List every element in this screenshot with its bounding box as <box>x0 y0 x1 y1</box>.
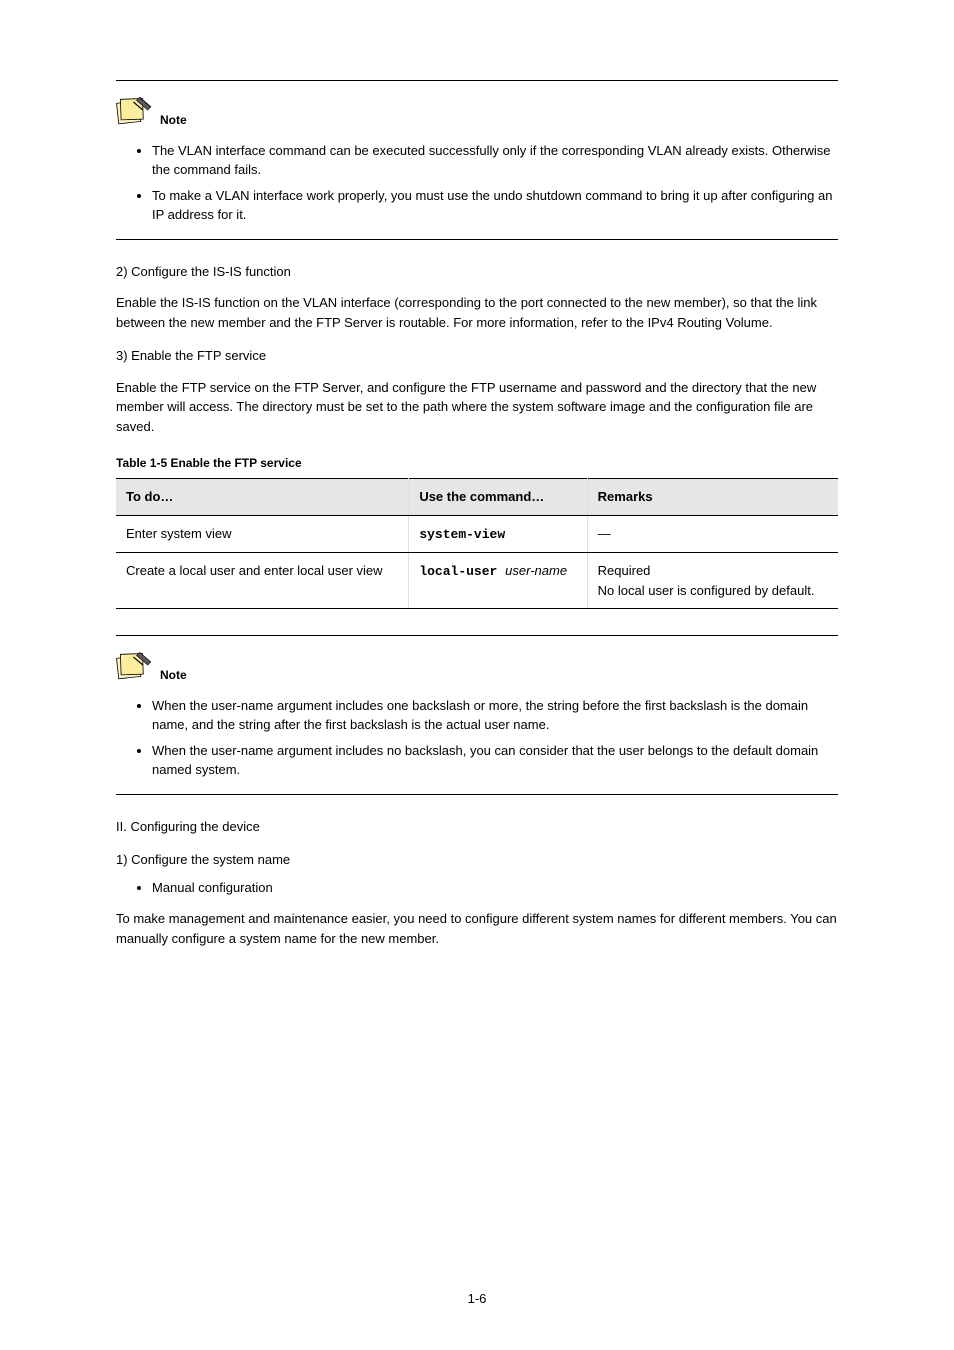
table-cell-command: system-view <box>409 515 587 553</box>
table-caption: Table 1-5 Enable the FTP service <box>116 454 838 472</box>
step-3-description: Enable the FTP service on the FTP Server… <box>116 378 838 437</box>
table-cell-todo: Enter system view <box>116 515 409 553</box>
page-number: 1-6 <box>0 1289 954 1309</box>
table-row: Create a local user and enter local user… <box>116 553 838 609</box>
note1-list: The VLAN interface command can be execut… <box>116 141 838 225</box>
bullet-item-manual-config: Manual configuration <box>152 878 838 898</box>
table-cell-remarks: — <box>587 515 838 553</box>
note-icon <box>116 93 154 133</box>
note-callout-2: Note When the user-name argument include… <box>116 635 838 795</box>
step-1-heading: 1) Configure the system name <box>116 850 838 870</box>
roman-heading-ii: II. Configuring the device <box>116 817 838 837</box>
step-2-description: Enable the IS-IS function on the VLAN in… <box>116 293 838 332</box>
note-label: Note <box>160 111 187 129</box>
note2-item-2: When the user-name argument includes no … <box>152 741 838 780</box>
command-text-arg: user-name <box>505 563 567 578</box>
note-header: Note <box>116 93 838 133</box>
command-text: system-view <box>419 527 505 542</box>
table-cell-remarks: Required No local user is configured by … <box>587 553 838 609</box>
step-3-heading: 3) Enable the FTP service <box>116 346 838 366</box>
note1-item-2: To make a VLAN interface work properly, … <box>152 186 838 225</box>
command-text-bold: local-user <box>419 564 505 579</box>
table-row: Enter system view system-view — <box>116 515 838 553</box>
table-cell-command: local-user user-name <box>409 553 587 609</box>
step-2-heading: 2) Configure the IS-IS function <box>116 262 838 282</box>
note-callout-1: Note The VLAN interface command can be e… <box>116 80 838 240</box>
note-icon <box>116 648 154 688</box>
note-label: Note <box>160 666 187 684</box>
table-cell-todo: Create a local user and enter local user… <box>116 553 409 609</box>
step-1-description: To make management and maintenance easie… <box>116 909 838 948</box>
note2-item-1: When the user-name argument includes one… <box>152 696 838 735</box>
bullet-list: Manual configuration <box>116 878 838 898</box>
table-header-todo: To do… <box>116 479 409 516</box>
table-header-remarks: Remarks <box>587 479 838 516</box>
config-table: To do… Use the command… Remarks Enter sy… <box>116 478 838 609</box>
note1-item-1: The VLAN interface command can be execut… <box>152 141 838 180</box>
note-header: Note <box>116 648 838 688</box>
table-header-command: Use the command… <box>409 479 587 516</box>
table-header-row: To do… Use the command… Remarks <box>116 479 838 516</box>
note2-list: When the user-name argument includes one… <box>116 696 838 780</box>
